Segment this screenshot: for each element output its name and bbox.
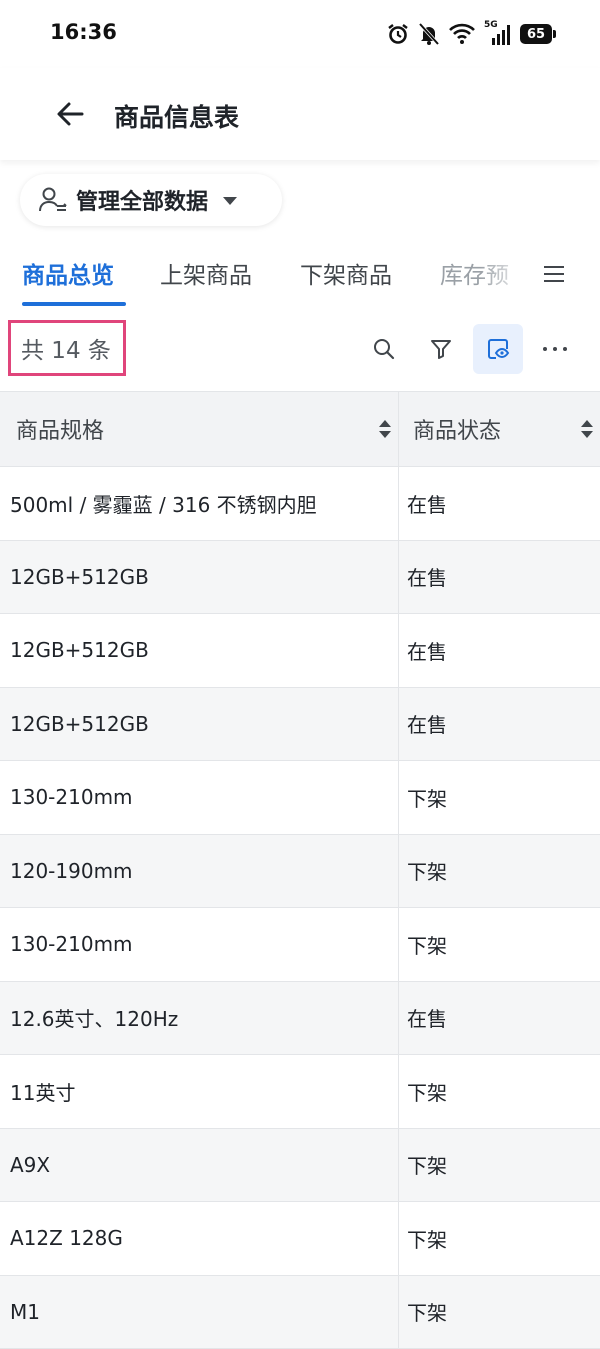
sort-icon[interactable] [580, 419, 594, 445]
cell-status: 在售 [399, 541, 600, 614]
cell-status: 在售 [399, 467, 600, 540]
cell-spec: M1 [0, 1276, 399, 1349]
cell-spec: A9X [0, 1129, 399, 1202]
column-header-status[interactable]: 商品状态 [399, 392, 600, 466]
active-tab-indicator [22, 302, 126, 306]
sort-icon[interactable] [378, 419, 392, 445]
cell-spec: 12GB+512GB [0, 541, 399, 614]
table-row[interactable]: 11英寸下架 [0, 1055, 600, 1129]
record-count: 共 14 条 [8, 320, 126, 376]
table-row[interactable]: 12.6英寸、120Hz在售 [0, 982, 600, 1056]
table-row[interactable]: A12Z 128G下架 [0, 1202, 600, 1276]
table-row[interactable]: 12GB+512GB在售 [0, 614, 600, 688]
tab-menu-button[interactable] [540, 260, 568, 288]
table-row[interactable]: 130-210mm下架 [0, 761, 600, 835]
column-header-spec[interactable]: 商品规格 [0, 392, 399, 466]
cell-spec: 12GB+512GB [0, 688, 399, 761]
cell-status: 下架 [399, 1055, 600, 1128]
tab-bar: 商品总览 上架商品 下架商品 库存预 [0, 244, 600, 306]
app-header: 商品信息表 [0, 68, 600, 160]
table-toolbar: 共 14 条 [0, 314, 600, 386]
cell-spec: 12.6英寸、120Hz [0, 982, 399, 1055]
product-table: 商品规格 商品状态 500ml / 雾霾蓝 / 316 不锈钢内胆在售 12GB… [0, 391, 600, 1349]
cell-spec: 130-210mm [0, 761, 399, 834]
hamburger-icon [543, 265, 565, 283]
cell-status: 下架 [399, 1276, 600, 1349]
cell-spec: 12GB+512GB [0, 614, 399, 687]
cellular-5g-icon: 5G [484, 22, 512, 46]
table-row[interactable]: 130-210mm下架 [0, 908, 600, 982]
alarm-icon [386, 22, 410, 46]
cell-status: 下架 [399, 1202, 600, 1275]
view-mode-button[interactable] [473, 324, 523, 374]
cell-spec: 120-190mm [0, 835, 399, 908]
tab-off-shelf[interactable]: 下架商品 [300, 256, 392, 290]
cell-spec: A12Z 128G [0, 1202, 399, 1275]
cell-spec: 11英寸 [0, 1055, 399, 1128]
cell-status: 下架 [399, 1129, 600, 1202]
column-header-status-label: 商品状态 [413, 413, 501, 445]
filter-icon [429, 337, 453, 361]
battery-level: 65 [520, 24, 552, 44]
table-row[interactable]: M1下架 [0, 1276, 600, 1349]
arrow-left-icon [55, 99, 85, 129]
column-header-spec-label: 商品规格 [16, 413, 104, 445]
mute-bell-icon [418, 22, 440, 46]
eye-view-icon [485, 336, 511, 362]
more-options-button[interactable] [530, 324, 580, 374]
status-time: 16:36 [50, 20, 117, 44]
table-body: 500ml / 雾霾蓝 / 316 不锈钢内胆在售 12GB+512GB在售 1… [0, 467, 600, 1349]
view-selector-label: 管理全部数据 [76, 184, 208, 216]
page-title: 商品信息表 [114, 98, 239, 134]
view-selector-dropdown[interactable]: 管理全部数据 [20, 174, 282, 226]
battery-icon: 65 [520, 24, 556, 44]
search-icon [372, 337, 396, 361]
table-row[interactable]: 12GB+512GB在售 [0, 688, 600, 762]
back-button[interactable] [50, 94, 90, 134]
cell-status: 在售 [399, 688, 600, 761]
cell-status: 在售 [399, 982, 600, 1055]
user-manage-icon [38, 185, 68, 215]
table-row[interactable]: 12GB+512GB在售 [0, 541, 600, 615]
cell-status: 下架 [399, 835, 600, 908]
wifi-icon [448, 23, 476, 45]
table-row[interactable]: 120-190mm下架 [0, 835, 600, 909]
table-row[interactable]: A9X下架 [0, 1129, 600, 1203]
tab-on-shelf[interactable]: 上架商品 [160, 256, 252, 290]
table-row[interactable]: 500ml / 雾霾蓝 / 316 不锈钢内胆在售 [0, 467, 600, 541]
caret-down-icon [222, 191, 238, 210]
status-bar: 16:36 5G 65 [0, 0, 600, 68]
status-icons: 5G 65 [386, 20, 556, 48]
table-header: 商品规格 商品状态 [0, 392, 600, 467]
cell-status: 下架 [399, 761, 600, 834]
cell-spec: 130-210mm [0, 908, 399, 981]
tab-overview[interactable]: 商品总览 [22, 256, 114, 290]
cell-spec: 500ml / 雾霾蓝 / 316 不锈钢内胆 [0, 467, 399, 540]
cell-status: 在售 [399, 614, 600, 687]
filter-button[interactable] [416, 324, 466, 374]
cell-status: 下架 [399, 908, 600, 981]
search-button[interactable] [359, 324, 409, 374]
more-horizontal-icon [542, 346, 568, 352]
